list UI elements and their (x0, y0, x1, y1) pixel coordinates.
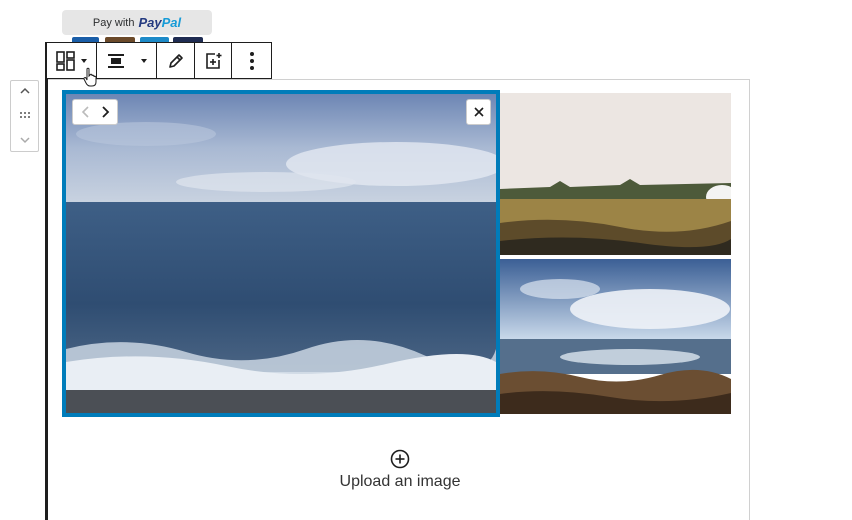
paypal-button[interactable]: Pay with PayPal (62, 10, 212, 35)
caret-down-icon (81, 58, 87, 63)
drag-handle-icon (19, 112, 30, 118)
gallery-image[interactable] (500, 93, 731, 255)
move-image-backward-button[interactable] (80, 105, 92, 119)
paypal-prefix: Pay with (92, 16, 135, 29)
upload-label: Upload an image (339, 473, 461, 490)
add-media-icon (206, 52, 222, 69)
plus-circle-icon (390, 449, 410, 469)
gallery-image[interactable] (500, 259, 731, 414)
align-center-icon (107, 53, 124, 68)
change-alignment-button[interactable] (97, 43, 156, 78)
more-options-button[interactable] (232, 43, 272, 78)
remove-image-button[interactable] (466, 99, 491, 125)
block-mover (10, 80, 39, 152)
chevron-up-icon (19, 87, 30, 94)
vertical-ellipsis-icon (250, 51, 254, 70)
move-image-forward-button[interactable] (99, 105, 111, 119)
caret-down-icon (140, 58, 147, 63)
hand-cursor-icon (83, 67, 97, 87)
upload-image-button[interactable]: Upload an image (300, 449, 500, 491)
rocky-coast-image (500, 259, 731, 414)
gallery-icon (56, 50, 75, 71)
drag-handle[interactable] (11, 111, 38, 119)
paypal-logo: PayPal (138, 15, 182, 30)
gallery-image-selected[interactable] (62, 90, 500, 417)
move-down-button[interactable] (11, 134, 38, 146)
sea-waves-image (66, 94, 496, 413)
move-up-button[interactable] (11, 85, 38, 97)
block-border (45, 42, 48, 520)
pencil-icon (168, 53, 183, 68)
close-icon (473, 107, 484, 117)
image-navigation (72, 99, 118, 125)
add-image-button[interactable] (195, 43, 231, 78)
edit-button[interactable] (157, 43, 194, 78)
block-toolbar (47, 42, 272, 79)
chevron-down-icon (19, 137, 30, 144)
field-landscape-image (500, 93, 731, 255)
